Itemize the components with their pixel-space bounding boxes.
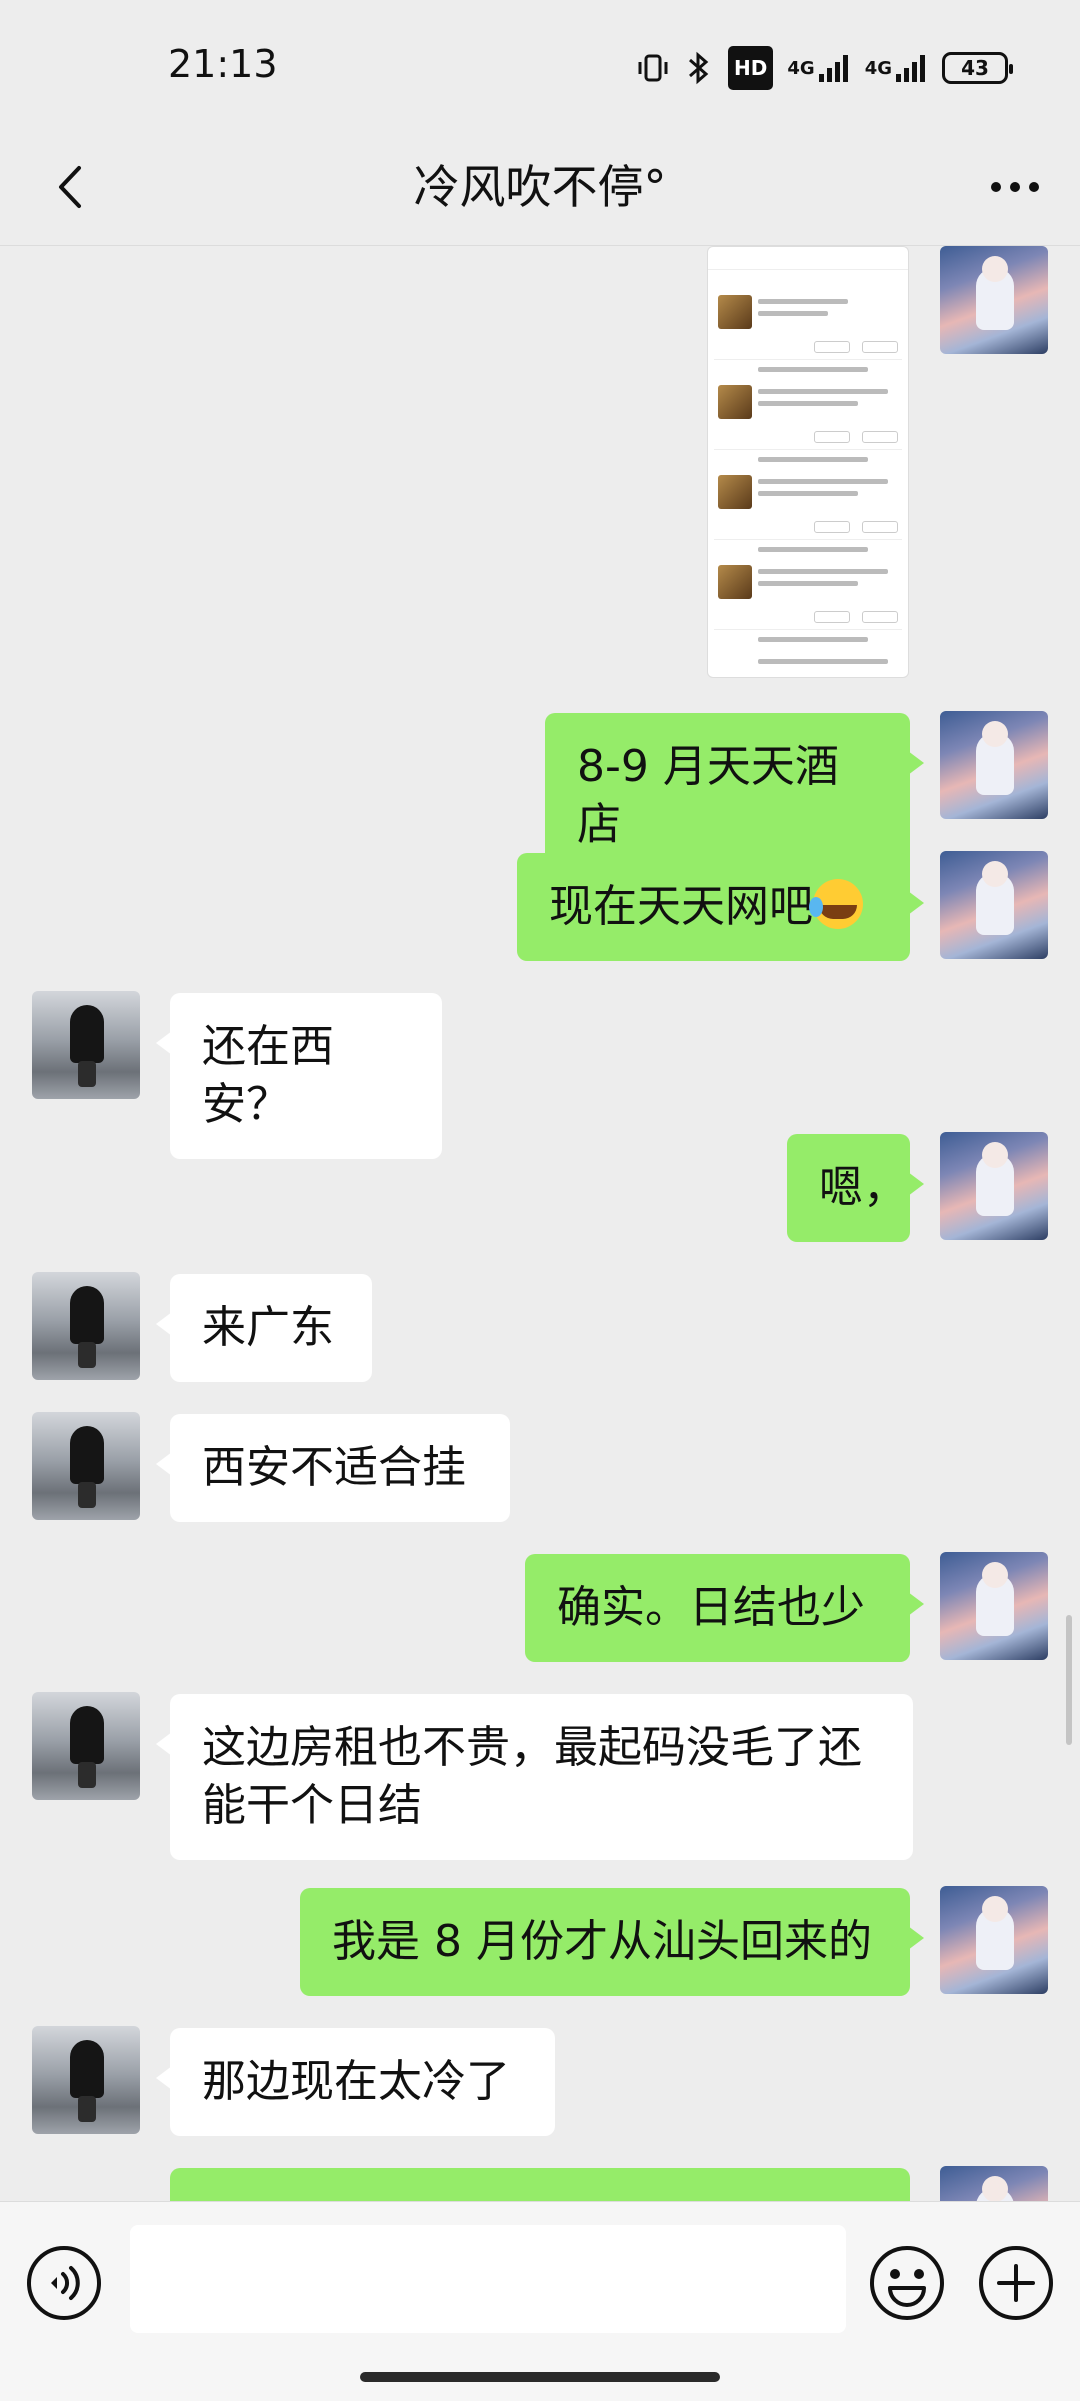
image-card [714, 269, 902, 360]
message-bubble-sent[interactable]: 我是 8 月份才从汕头回来的 [300, 1888, 924, 1996]
more-dots-icon [991, 182, 1039, 192]
my-avatar[interactable] [940, 246, 1048, 354]
network-type-label: 4G [787, 57, 815, 79]
message-text: 8-9 月天天酒店 [577, 741, 839, 850]
message-text: 嗯， [819, 1162, 907, 1213]
my-avatar[interactable] [940, 2166, 1048, 2201]
image-search-bar [708, 247, 908, 270]
image-card [714, 629, 902, 677]
message-bubble-sent[interactable]: 现在天天网吧 [517, 853, 924, 961]
vibrate-icon [636, 48, 670, 88]
message-bubble-received[interactable]: 还在西安？ [156, 993, 442, 1159]
status-time: 21:13 [168, 42, 278, 86]
crying-laughing-emoji-icon [809, 879, 863, 929]
chat-message-list[interactable]: 8-9 月天天酒店 现在天天网吧 还在西安？ 嗯， 来广东 西安不适合挂 确实。… [0, 246, 1080, 2201]
more-button[interactable] [980, 152, 1050, 222]
bluetooth-icon [684, 48, 714, 88]
battery-level: 43 [942, 52, 1013, 84]
message-bubble-sent[interactable]: 嗯， [787, 1134, 924, 1242]
chat-scrollbar[interactable] [1066, 1615, 1072, 1745]
message-bubble-sent[interactable]: 确实。日结也少 [525, 1554, 924, 1662]
message-bubble-sent[interactable] [170, 2168, 910, 2201]
message-input[interactable] [130, 2225, 846, 2333]
contact-avatar[interactable] [32, 2026, 140, 2134]
plus-icon [979, 2246, 1053, 2320]
signal-icon: 4G [865, 48, 928, 88]
message-bubble-received[interactable]: 来广东 [156, 1274, 372, 1382]
image-card [714, 359, 902, 450]
voice-button[interactable] [25, 2244, 103, 2322]
image-card [714, 449, 902, 540]
message-bubble-received[interactable]: 那边现在太冷了 [156, 2028, 555, 2136]
status-bar: 21:13 HD 4G 4G 43 [0, 0, 1080, 130]
message-text: 来广东 [202, 1302, 334, 1353]
signal-icon: 4G [787, 48, 850, 88]
network-type-label: 4G [864, 57, 892, 79]
my-avatar[interactable] [940, 851, 1048, 959]
message-text: 那边现在太冷了 [202, 2056, 510, 2107]
input-bar [0, 2201, 1080, 2401]
message-text: 我是 8 月份才从汕头回来的 [332, 1916, 872, 1967]
contact-avatar[interactable] [32, 991, 140, 1099]
my-avatar[interactable] [940, 1552, 1048, 1660]
message-text: 现在天天网吧 [549, 881, 813, 932]
contact-avatar[interactable] [32, 1692, 140, 1800]
my-avatar[interactable] [940, 711, 1048, 819]
chat-title: 冷风吹不停° [413, 160, 667, 214]
contact-avatar[interactable] [32, 1412, 140, 1520]
home-indicator[interactable] [360, 2372, 720, 2382]
status-icons: HD 4G 4G 43 [636, 46, 1013, 90]
my-avatar[interactable] [940, 1132, 1048, 1240]
battery-icon: 43 [942, 48, 1013, 88]
emoji-icon [870, 2246, 944, 2320]
my-avatar[interactable] [940, 1886, 1048, 1994]
emoji-button[interactable] [868, 2244, 946, 2322]
chat-header: 冷风吹不停° [0, 130, 1080, 246]
message-text: 这边房租也不贵，最起码没毛了还能干个日结 [202, 1722, 862, 1831]
message-text: 还在西安？ [202, 1021, 334, 1130]
image-message[interactable] [707, 246, 909, 678]
more-functions-button[interactable] [977, 2244, 1055, 2322]
contact-avatar[interactable] [32, 1272, 140, 1380]
message-bubble-received[interactable]: 这边房租也不贵，最起码没毛了还能干个日结 [156, 1694, 913, 1860]
voice-icon [27, 2246, 101, 2320]
hd-icon: HD [728, 46, 774, 90]
message-bubble-received[interactable]: 西安不适合挂 [156, 1414, 510, 1522]
message-text: 确实。日结也少 [557, 1582, 865, 1633]
message-text: 西安不适合挂 [202, 1442, 466, 1493]
image-card [714, 539, 902, 630]
